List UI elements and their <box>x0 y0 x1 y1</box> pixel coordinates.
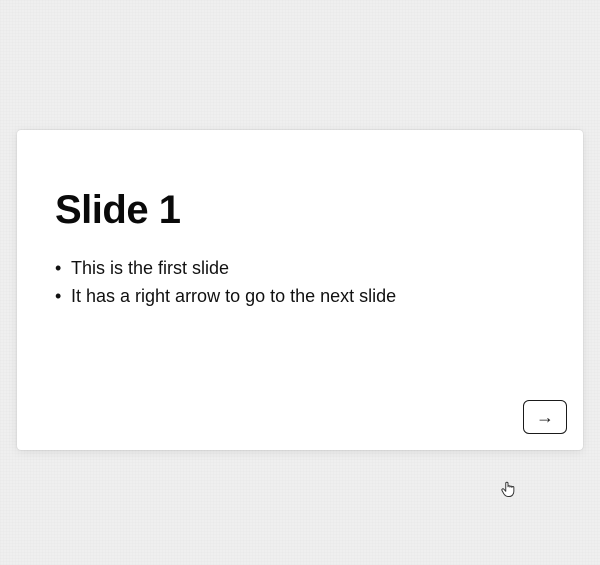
cursor-hand-icon <box>500 480 516 498</box>
slide-bullet-item: It has a right arrow to go to the next s… <box>55 283 545 311</box>
arrow-right-icon: → <box>536 407 554 428</box>
slide-title: Slide 1 <box>55 188 545 233</box>
slide-card: Slide 1 This is the first slide It has a… <box>17 130 583 450</box>
slide-bullet-list: This is the first slide It has a right a… <box>55 255 545 311</box>
next-slide-button[interactable]: → <box>523 400 567 434</box>
slide-bullet-item: This is the first slide <box>55 255 545 283</box>
